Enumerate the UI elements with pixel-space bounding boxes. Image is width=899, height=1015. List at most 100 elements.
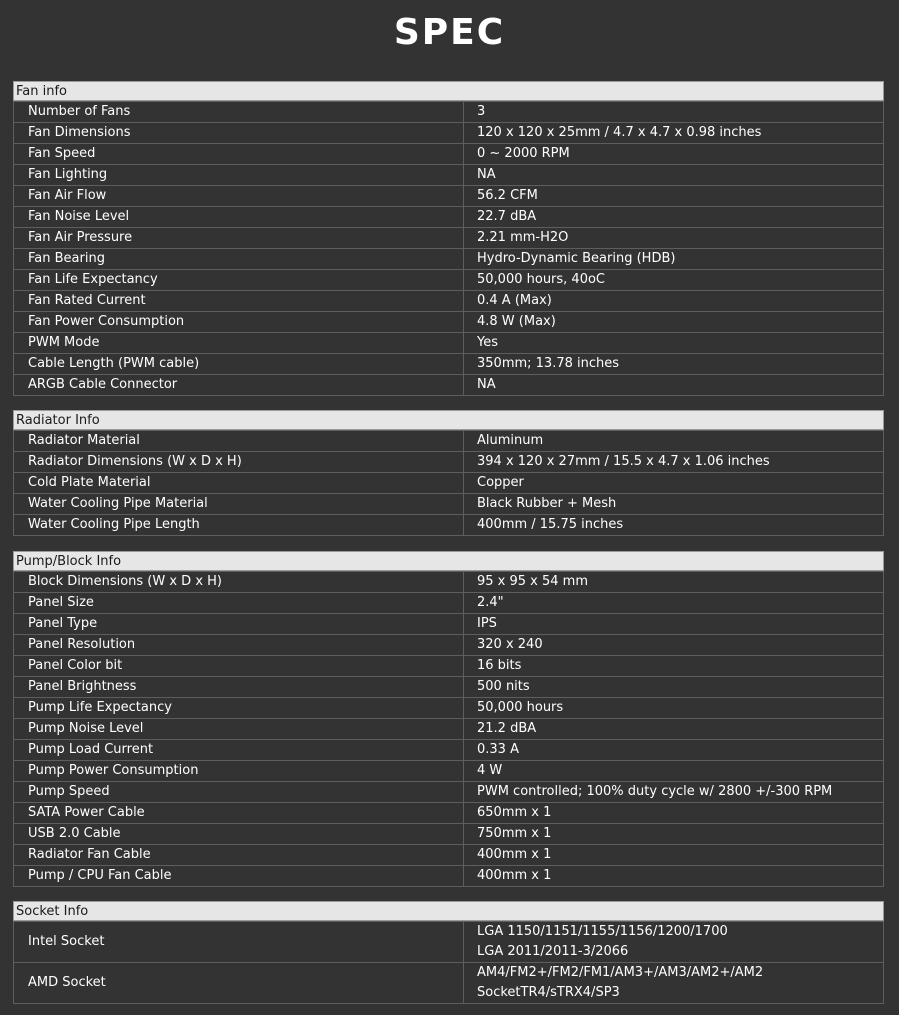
table-row: Pump Speed PWM controlled; 100% duty cycl… [13, 781, 884, 803]
table-row: Pump Power Consumption 4 W [13, 760, 884, 782]
table-row: Intel Socket LGA 1150/1151/1155/1156/120… [13, 921, 884, 963]
spec-value: 95 x 95 x 54 mm [463, 571, 884, 593]
table-row: AMD Socket AM4/FM2+/FM2/FM1/AM3+/AM3/AM2… [13, 962, 884, 1004]
table-row: Number of Fans 3 [13, 101, 884, 123]
table-row: Water Cooling Pipe Length 400mm / 15.75 i… [13, 514, 884, 536]
page-title: SPEC [393, 12, 506, 53]
spec-label: Panel Type [13, 613, 464, 635]
spec-label: ARGB Cable Connector [13, 374, 464, 396]
spec-value: PWM controlled; 100% duty cycle w/ 2800 … [463, 781, 884, 803]
table-row: Pump Life Expectancy 50,000 hours [13, 697, 884, 719]
spec-value: 650mm x 1 [463, 802, 884, 824]
table-row: Panel Resolution 320 x 240 [13, 634, 884, 656]
spec-value: NA [463, 374, 884, 396]
spec-value: 0.33 A [463, 739, 884, 761]
spec-table: Intel Socket LGA 1150/1151/1155/1156/120… [13, 921, 884, 1004]
spec-label: Pump Life Expectancy [13, 697, 464, 719]
spec-label: PWM Mode [13, 332, 464, 354]
spec-value: 2.21 mm-H2O [463, 227, 884, 249]
section-pump-block-info: Pump/Block Info Block Dimensions (W x D … [13, 551, 884, 887]
spec-value: Copper [463, 472, 884, 494]
spec-value: 0 ~ 2000 RPM [463, 143, 884, 165]
table-row: Panel Brightness 500 nits [13, 676, 884, 698]
table-row: Radiator Fan Cable 400mm x 1 [13, 844, 884, 866]
spec-label: Pump / CPU Fan Cable [13, 865, 464, 887]
spec-value: 22.7 dBA [463, 206, 884, 228]
spec-value: 50,000 hours, 40oC [463, 269, 884, 291]
spec-label: Fan Rated Current [13, 290, 464, 312]
table-row: ARGB Cable Connector NA [13, 374, 884, 396]
spec-value: 400mm x 1 [463, 844, 884, 866]
section-socket-info: Socket Info Intel Socket LGA 1150/1151/1… [13, 901, 884, 1004]
table-row: Fan Life Expectancy 50,000 hours, 40oC [13, 269, 884, 291]
spec-value: 320 x 240 [463, 634, 884, 656]
spec-label: Fan Air Flow [13, 185, 464, 207]
spec-label: Number of Fans [13, 101, 464, 123]
spec-value: Black Rubber + Mesh [463, 493, 884, 515]
spec-value: 120 x 120 x 25mm / 4.7 x 4.7 x 0.98 inch… [463, 122, 884, 144]
table-row: Cable Length (PWM cable) 350mm; 13.78 inc… [13, 353, 884, 375]
spec-value: 400mm / 15.75 inches [463, 514, 884, 536]
table-row: PWM Mode Yes [13, 332, 884, 354]
table-row: Fan Bearing Hydro-Dynamic Bearing (HDB) [13, 248, 884, 270]
spec-value: 394 x 120 x 27mm / 15.5 x 4.7 x 1.06 inc… [463, 451, 884, 473]
spec-label: Panel Resolution [13, 634, 464, 656]
table-row: Panel Type IPS [13, 613, 884, 635]
spec-value-line: SocketTR4/sTRX4/SP3 [477, 985, 620, 1000]
section-radiator-info: Radiator Info Radiator Material Aluminum … [13, 410, 884, 536]
spec-table: Block Dimensions (W x D x H) 95 x 95 x 54… [13, 571, 884, 887]
spec-label: AMD Socket [13, 962, 464, 1004]
spec-value: Yes [463, 332, 884, 354]
spec-value-line: AM4/FM2+/FM2/FM1/AM3+/AM3/AM2+/AM2 [477, 965, 764, 980]
spec-value-line: LGA 1150/1151/1155/1156/1200/1700 [477, 924, 728, 939]
spec-label: Panel Brightness [13, 676, 464, 698]
spec-value: 350mm; 13.78 inches [463, 353, 884, 375]
spec-value: NA [463, 164, 884, 186]
spec-label: Fan Bearing [13, 248, 464, 270]
spec-label: Cold Plate Material [13, 472, 464, 494]
table-row: Panel Size 2.4" [13, 592, 884, 614]
spec-label: Block Dimensions (W x D x H) [13, 571, 464, 593]
table-row: Pump Load Current 0.33 A [13, 739, 884, 761]
spec-label: Panel Size [13, 592, 464, 614]
spec-value: 3 [463, 101, 884, 123]
table-row: USB 2.0 Cable 750mm x 1 [13, 823, 884, 845]
spec-value: 50,000 hours [463, 697, 884, 719]
spec-label: Panel Color bit [13, 655, 464, 677]
spec-label: Pump Noise Level [13, 718, 464, 740]
spec-value: AM4/FM2+/FM2/FM1/AM3+/AM3/AM2+/AM2 Socke… [463, 962, 884, 1004]
spec-label: SATA Power Cable [13, 802, 464, 824]
spec-value: Hydro-Dynamic Bearing (HDB) [463, 248, 884, 270]
spec-value: 21.2 dBA [463, 718, 884, 740]
table-row: Radiator Material Aluminum [13, 430, 884, 452]
table-row: Pump / CPU Fan Cable 400mm x 1 [13, 865, 884, 887]
spec-label: Pump Load Current [13, 739, 464, 761]
table-row: Pump Noise Level 21.2 dBA [13, 718, 884, 740]
spec-label: Water Cooling Pipe Material [13, 493, 464, 515]
table-row: Fan Speed 0 ~ 2000 RPM [13, 143, 884, 165]
section-fan-info: Fan info Number of Fans 3 Fan Dimensions 1… [13, 81, 884, 396]
spec-value-line: LGA 2011/2011-3/2066 [477, 944, 629, 959]
spec-label: Fan Air Pressure [13, 227, 464, 249]
spec-label: Pump Speed [13, 781, 464, 803]
spec-label: Cable Length (PWM cable) [13, 353, 464, 375]
spec-value: 16 bits [463, 655, 884, 677]
table-row: Fan Air Pressure 2.21 mm-H2O [13, 227, 884, 249]
table-row: Panel Color bit 16 bits [13, 655, 884, 677]
spec-value: 4 W [463, 760, 884, 782]
table-row: Fan Lighting NA [13, 164, 884, 186]
table-row: Fan Air Flow 56.2 CFM [13, 185, 884, 207]
spec-table: Radiator Material Aluminum Radiator Dimen… [13, 430, 884, 536]
spec-label: Fan Speed [13, 143, 464, 165]
table-row: Water Cooling Pipe Material Black Rubber … [13, 493, 884, 515]
spec-label: Radiator Fan Cable [13, 844, 464, 866]
table-row: Fan Dimensions 120 x 120 x 25mm / 4.7 x 4… [13, 122, 884, 144]
spec-value: 750mm x 1 [463, 823, 884, 845]
spec-value: 2.4" [463, 592, 884, 614]
spec-label: Fan Power Consumption [13, 311, 464, 333]
table-row: Fan Power Consumption 4.8 W (Max) [13, 311, 884, 333]
spec-label: Radiator Dimensions (W x D x H) [13, 451, 464, 473]
section-header: Socket Info [13, 901, 884, 921]
section-header: Fan info [13, 81, 884, 101]
section-header: Pump/Block Info [13, 551, 884, 571]
